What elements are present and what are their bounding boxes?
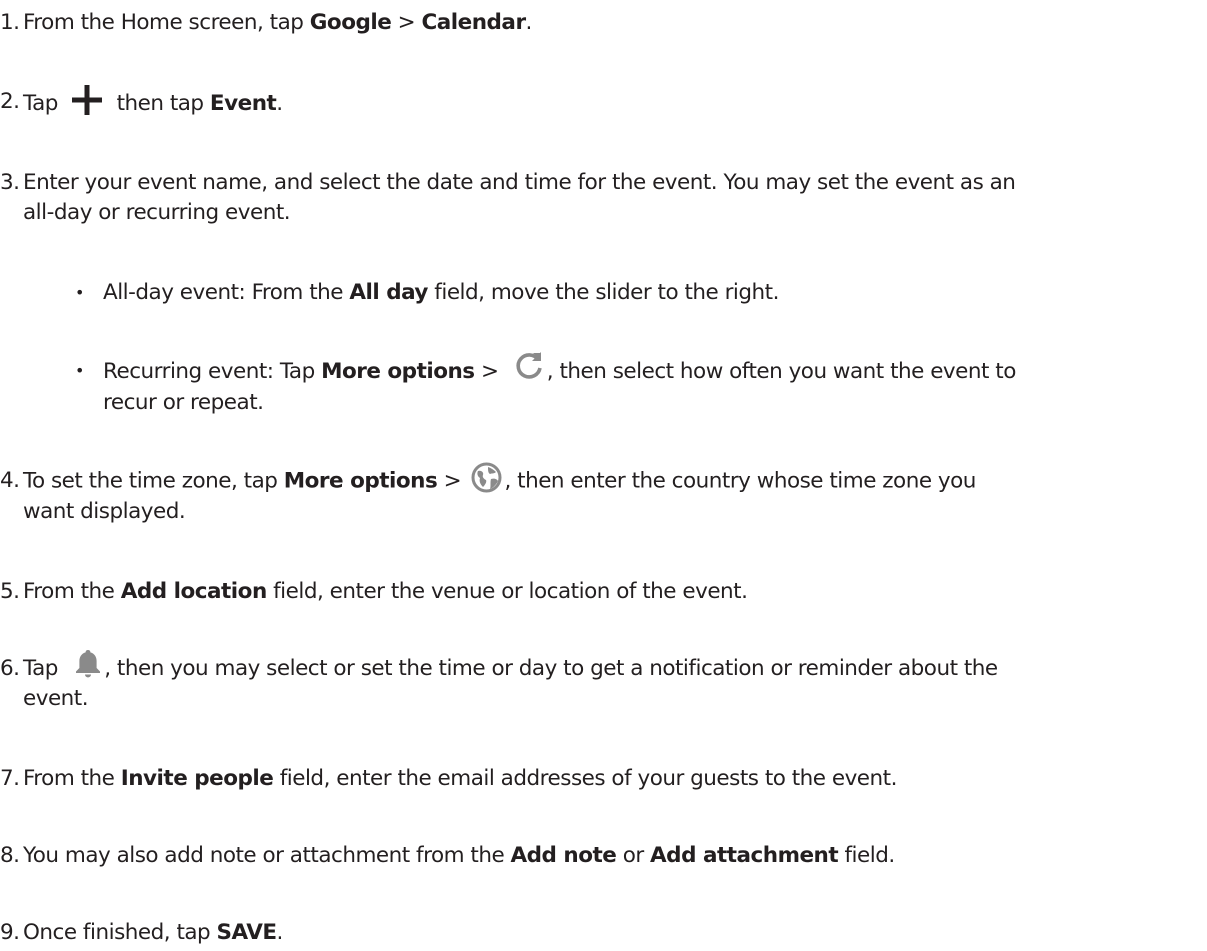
- bold-term: Event: [209, 91, 277, 116]
- refresh-icon: [513, 350, 545, 382]
- step-8: 8. You may also add note or attachment f…: [0, 841, 1200, 871]
- step-text: You may also add note or attachment from…: [23, 843, 895, 868]
- step-2: 2. Tap then tap Event.: [0, 85, 1200, 121]
- instructions-document: 1. From the Home screen, tap Google > Ca…: [0, 0, 1207, 951]
- step-text: From the Invite people field, enter the …: [23, 766, 897, 791]
- bullet-all-day: • All-day event: From the All day field,…: [75, 278, 1195, 308]
- step-text: To set the time zone, tap More options >…: [23, 462, 1200, 527]
- step-number: 3.: [0, 170, 20, 195]
- bell-icon: [74, 648, 102, 678]
- bullet-mark: •: [75, 361, 84, 380]
- bold-term: All day: [349, 280, 428, 305]
- step-7: 7. From the Invite people field, enter t…: [0, 764, 1200, 794]
- bold-term: Add attachment: [650, 843, 839, 868]
- step-text: From the Add location field, enter the v…: [23, 579, 748, 604]
- bold-term: Calendar: [421, 10, 527, 35]
- step-number: 8.: [0, 843, 20, 868]
- step-4: 4. To set the time zone, tap More option…: [0, 462, 1200, 527]
- step-number: 6.: [0, 656, 20, 681]
- bold-term: Google: [309, 10, 392, 35]
- step-text: Once finished, tap SAVE.: [23, 920, 283, 945]
- bullet-text: Recurring event: Tap More options > , th…: [103, 352, 1195, 418]
- bold-term: More options: [283, 468, 438, 494]
- bold-term: Add location: [120, 579, 268, 604]
- step-number: 9.: [0, 920, 20, 945]
- step-1: 1. From the Home screen, tap Google > Ca…: [0, 8, 1200, 38]
- bold-term: Invite people: [120, 766, 274, 791]
- bullet-text: All-day event: From the All day field, m…: [103, 280, 779, 305]
- step-text: From the Home screen, tap Google > Calen…: [23, 10, 532, 35]
- step-6: 6. Tap , then you may select or set the …: [0, 650, 1200, 714]
- bullet-recurring: • Recurring event: Tap More options > , …: [75, 352, 1195, 418]
- bold-term: Add note: [510, 843, 617, 868]
- globe-icon: [471, 462, 502, 493]
- step-3: 3. Enter your event name, and select the…: [0, 168, 1200, 228]
- bullet-mark: •: [75, 283, 84, 302]
- step-5: 5. From the Add location field, enter th…: [0, 577, 1200, 607]
- step-text: Enter your event name, and select the da…: [23, 170, 1016, 225]
- step-9: 9. Once finished, tap SAVE.: [0, 918, 1200, 948]
- step-number: 7.: [0, 766, 20, 791]
- plus-icon: [70, 83, 104, 117]
- step-number: 1.: [0, 10, 20, 35]
- step-number: 4.: [0, 468, 20, 493]
- step-text: Tap , then you may select or set the tim…: [23, 650, 1200, 714]
- step-number: 5.: [0, 579, 20, 604]
- step-text: Tap then tap Event.: [23, 85, 1200, 121]
- step-number: 2.: [0, 89, 20, 114]
- bold-term: SAVE: [216, 920, 278, 945]
- bold-term: More options: [321, 359, 475, 384]
